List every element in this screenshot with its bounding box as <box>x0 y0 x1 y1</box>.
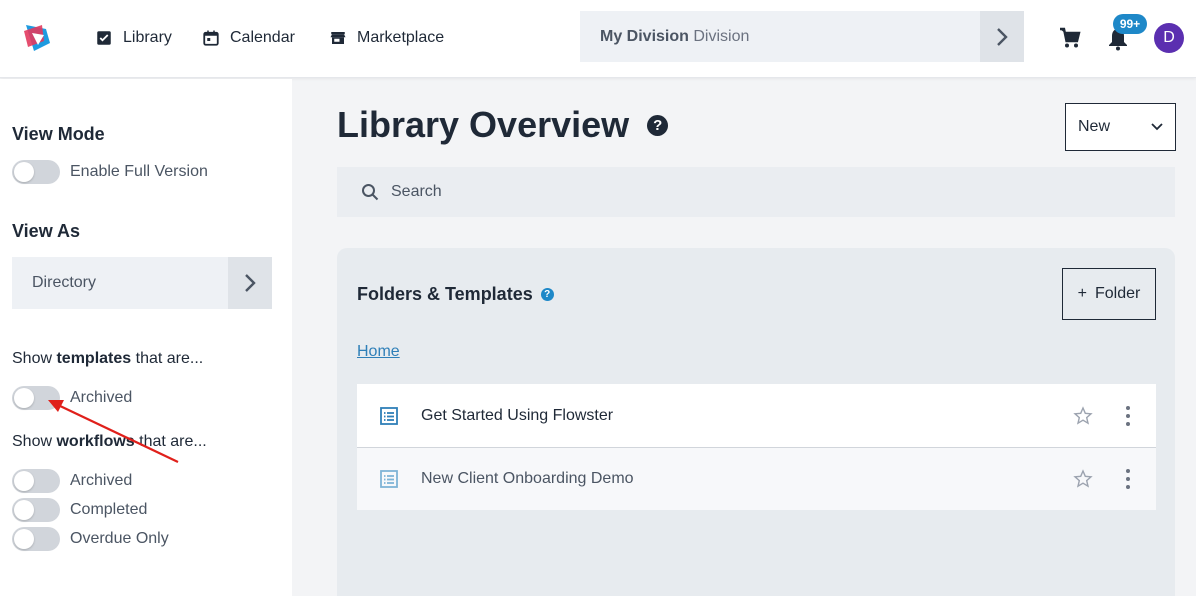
view-as-next-button[interactable] <box>228 257 272 309</box>
more-options-icon[interactable] <box>1125 469 1131 489</box>
star-icon[interactable] <box>1073 469 1093 489</box>
template-name: Get Started Using Flowster <box>421 406 614 424</box>
page-title: Library Overview ? <box>337 104 669 146</box>
nav-library[interactable]: Library <box>95 26 172 50</box>
view-mode-heading: View Mode <box>12 124 105 144</box>
search-icon <box>362 184 379 201</box>
more-options-icon[interactable] <box>1125 405 1131 426</box>
breadcrumb-home[interactable]: Home <box>357 343 400 361</box>
workflows-overdue-toggle[interactable] <box>12 527 60 551</box>
workflows-archived-label: Archived <box>70 472 133 489</box>
nav-library-label: Library <box>123 29 172 46</box>
plus-icon: + <box>1077 285 1087 302</box>
flowster-logo[interactable] <box>20 21 54 55</box>
nav-marketplace-label: Marketplace <box>357 29 445 46</box>
workflows-completed-label: Completed <box>70 501 148 518</box>
panel-title: Folders & Templates ? <box>357 284 554 305</box>
workflows-filter-label: Show workflows that are... <box>12 433 207 450</box>
workflows-completed-toggle[interactable] <box>12 498 60 522</box>
templates-filter-label: Show templates that are... <box>12 350 204 367</box>
enable-full-version-toggle[interactable] <box>12 160 60 184</box>
template-icon <box>380 470 398 488</box>
chevron-right-icon <box>997 27 1008 46</box>
search-bar <box>337 167 1175 217</box>
division-selector[interactable]: My Division Division <box>580 11 1024 62</box>
star-icon[interactable] <box>1073 405 1093 426</box>
panel-title-text: Folders & Templates <box>357 284 533 304</box>
workflows-overdue-label: Overdue Only <box>70 530 169 547</box>
nav-calendar-label: Calendar <box>230 29 295 46</box>
sidebar: View Mode Enable Full Version View As Di… <box>0 79 292 596</box>
template-row[interactable]: Get Started Using Flowster <box>357 384 1156 447</box>
help-icon[interactable]: ? <box>540 288 554 301</box>
view-as-heading: View As <box>12 221 81 241</box>
nav-marketplace[interactable]: Marketplace <box>329 26 444 50</box>
division-next-button[interactable] <box>980 11 1024 62</box>
chevron-right-icon <box>245 274 256 292</box>
new-dropdown[interactable]: New <box>1065 103 1176 151</box>
enable-full-version-row: Enable Full Version <box>12 160 208 184</box>
template-icon <box>380 406 398 425</box>
view-as-selector[interactable]: Directory <box>12 257 272 309</box>
page-title-text: Library Overview <box>337 104 630 145</box>
notification-badge[interactable]: 99+ <box>1113 14 1147 34</box>
view-as-value: Directory <box>32 274 97 291</box>
store-icon <box>330 32 346 44</box>
add-folder-button[interactable]: + Folder <box>1062 268 1156 320</box>
user-avatar[interactable]: D <box>1154 23 1184 53</box>
folders-templates-panel: Folders & Templates ? + Folder Home Get … <box>337 248 1175 596</box>
template-row[interactable]: New Client Onboarding Demo <box>357 447 1156 510</box>
workflows-overdue-row: Overdue Only <box>12 527 169 551</box>
calendar-icon <box>203 30 219 46</box>
nav-calendar[interactable]: Calendar <box>202 26 295 50</box>
division-label: My Division Division <box>600 27 750 45</box>
templates-archived-toggle[interactable] <box>12 386 60 410</box>
search-input[interactable] <box>391 183 1091 201</box>
add-folder-label: Folder <box>1094 285 1141 302</box>
checklist-icon <box>97 31 111 45</box>
new-dropdown-label: New <box>1078 118 1111 135</box>
templates-archived-label: Archived <box>70 389 133 406</box>
chevron-down-icon <box>1151 123 1163 131</box>
workflows-completed-row: Completed <box>12 498 147 522</box>
workflows-archived-toggle[interactable] <box>12 469 60 493</box>
templates-archived-row: Archived <box>12 386 132 410</box>
template-name: New Client Onboarding Demo <box>421 470 634 487</box>
enable-full-version-label: Enable Full Version <box>70 163 208 180</box>
top-navbar: Library Calendar Marketplace My Division… <box>0 0 1196 78</box>
cart-icon[interactable] <box>1058 26 1082 50</box>
help-icon[interactable]: ? <box>647 114 669 136</box>
workflows-archived-row: Archived <box>12 469 132 493</box>
